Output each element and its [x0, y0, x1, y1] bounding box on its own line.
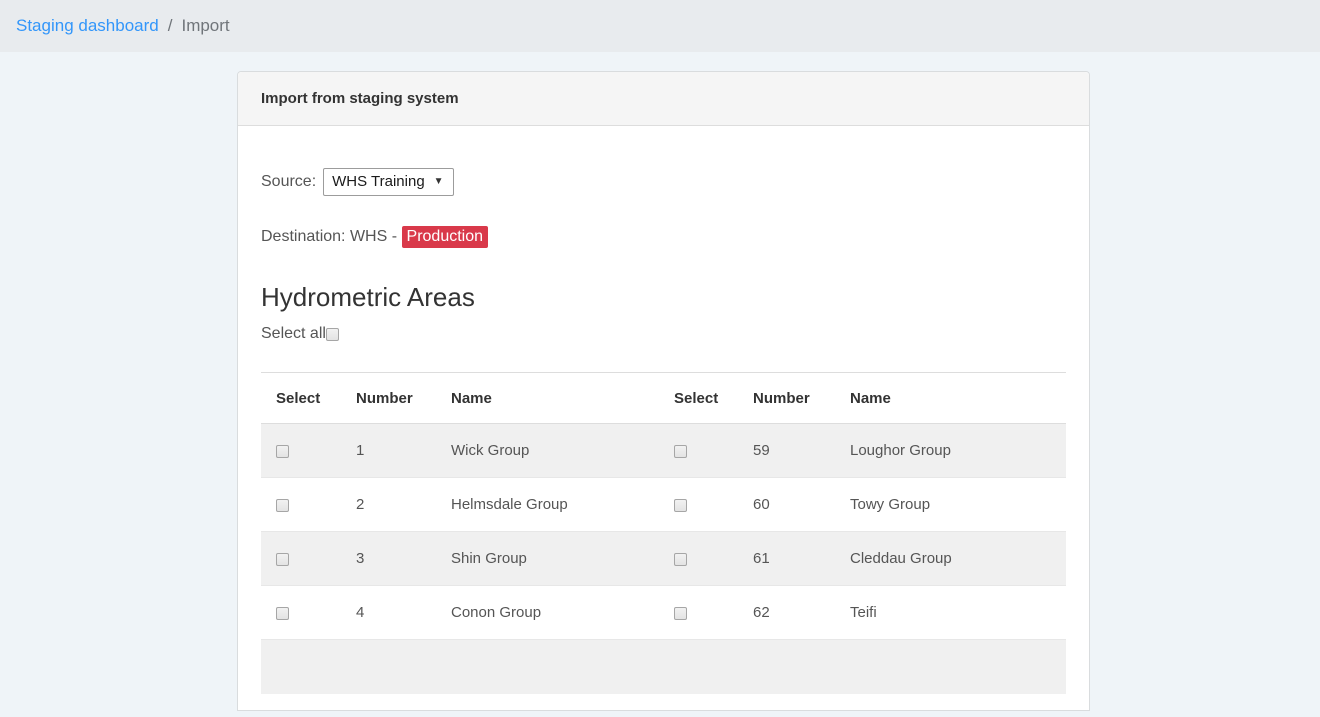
area-name: Teifi [835, 586, 1066, 640]
import-panel: Import from staging system Source: WHS T… [237, 71, 1090, 711]
source-row: Source: WHS Training ▼ [261, 168, 1066, 196]
breadcrumb-separator: / [168, 16, 173, 36]
area-name: Helmsdale Group [436, 478, 659, 532]
table-row: 4 Conon Group 62 Teifi [261, 586, 1066, 640]
area-number: 60 [738, 478, 835, 532]
col-header-select-left: Select [261, 373, 341, 424]
area-number: 3 [341, 532, 436, 586]
row-checkbox[interactable] [674, 607, 687, 620]
area-name: Cleddau Group [835, 532, 1066, 586]
panel-title: Import from staging system [238, 72, 1089, 126]
row-checkbox[interactable] [674, 553, 687, 566]
table-row-partial [261, 640, 1066, 694]
area-number: 59 [738, 424, 835, 478]
breadcrumb-current-import: Import [181, 16, 229, 36]
area-name: Loughor Group [835, 424, 1066, 478]
select-all-label: Select all [261, 325, 326, 343]
row-checkbox[interactable] [674, 499, 687, 512]
page-title: Hydrometric Areas [261, 280, 1066, 314]
col-header-select-right: Select [659, 373, 738, 424]
table-row: 3 Shin Group 61 Cleddau Group [261, 532, 1066, 586]
source-label: Source: [261, 173, 316, 191]
row-checkbox[interactable] [276, 607, 289, 620]
col-header-name-right: Name [835, 373, 1066, 424]
area-number: 1 [341, 424, 436, 478]
table-row: 2 Helmsdale Group 60 Towy Group [261, 478, 1066, 532]
table-header-row: Select Number Name Select Number Name [261, 373, 1066, 424]
destination-environment-badge: Production [402, 226, 489, 248]
table-row: 1 Wick Group 59 Loughor Group [261, 424, 1066, 478]
source-select-value: WHS Training [332, 173, 425, 190]
source-select[interactable]: WHS Training ▼ [323, 168, 453, 196]
area-name: Wick Group [436, 424, 659, 478]
area-number: 4 [341, 586, 436, 640]
area-name: Towy Group [835, 478, 1066, 532]
select-all-checkbox[interactable] [326, 328, 339, 341]
row-checkbox[interactable] [674, 445, 687, 458]
row-checkbox[interactable] [276, 499, 289, 512]
area-number: 2 [341, 478, 436, 532]
panel-body: Source: WHS Training ▼ Destination: WHS … [238, 126, 1089, 717]
area-name: Conon Group [436, 586, 659, 640]
hydrometric-areas-table: Select Number Name Select Number Name 1 … [261, 372, 1066, 694]
breadcrumb-link-staging-dashboard[interactable]: Staging dashboard [16, 16, 159, 36]
col-header-name-left: Name [436, 373, 659, 424]
col-header-number-left: Number [341, 373, 436, 424]
area-number: 62 [738, 586, 835, 640]
breadcrumb: Staging dashboard / Import [0, 0, 1320, 52]
area-number: 61 [738, 532, 835, 586]
chevron-down-icon: ▼ [434, 176, 444, 187]
destination-prefix: WHS - [350, 228, 397, 245]
row-checkbox[interactable] [276, 445, 289, 458]
destination-row: Destination: WHS - Production [261, 226, 1066, 248]
col-header-number-right: Number [738, 373, 835, 424]
area-name: Shin Group [436, 532, 659, 586]
select-all-row: Select all [261, 324, 1066, 344]
destination-label: Destination: [261, 228, 346, 245]
row-checkbox[interactable] [276, 553, 289, 566]
